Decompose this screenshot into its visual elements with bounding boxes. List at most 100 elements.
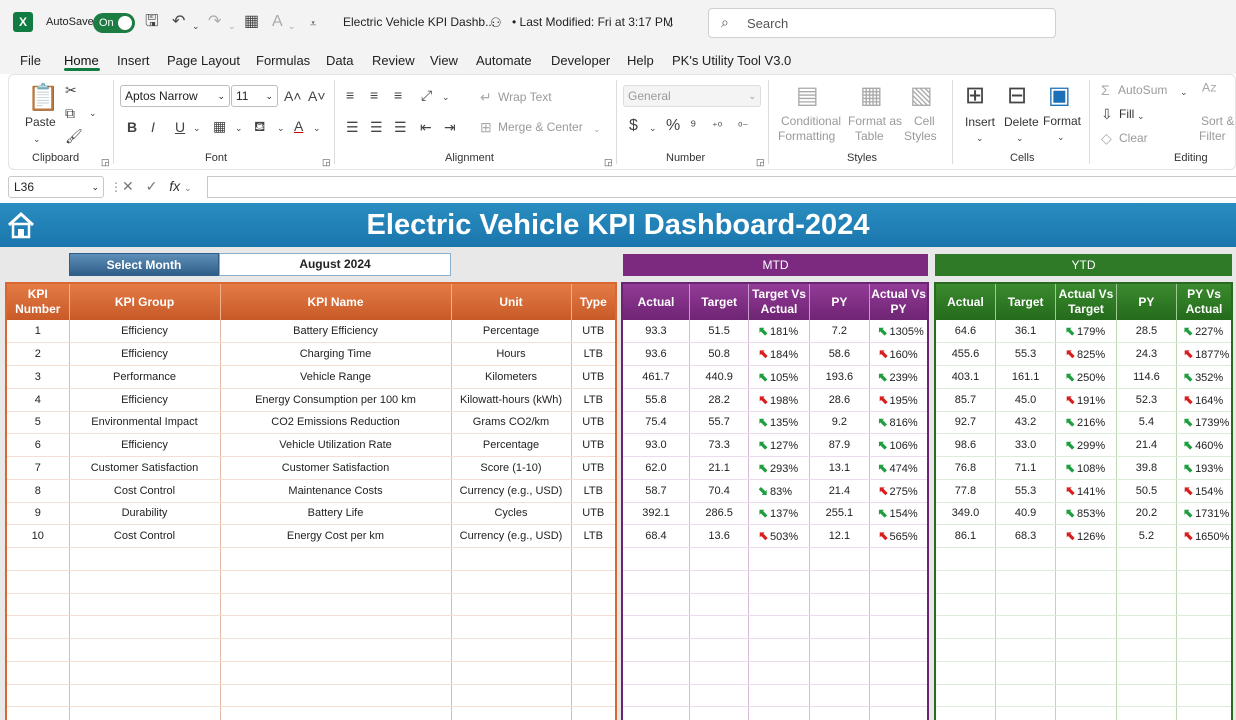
empty-cell[interactable] [1176,593,1233,617]
empty-cell[interactable] [622,638,690,662]
mtd-tva[interactable]: ⬈503% [748,524,810,548]
insert-dropdown-icon[interactable]: ⌄ [976,130,984,146]
ytd-target[interactable]: 45.0 [995,388,1057,412]
autosum-button[interactable]: AutoSum [1118,83,1167,97]
ytd-avt[interactable]: ⬈126% [1055,524,1117,548]
empty-cell[interactable] [622,661,690,685]
empty-cell[interactable] [869,570,929,594]
empty-cell[interactable] [451,547,572,571]
empty-cell[interactable] [451,638,572,662]
kpi-unit[interactable]: Kilowatt-hours (kWh) [451,388,572,412]
ytd-actual[interactable]: 92.7 [935,411,996,435]
empty-cell[interactable] [809,684,871,708]
kpi-name[interactable]: Customer Satisfaction [220,456,452,480]
empty-cell[interactable] [935,570,996,594]
mtd-avp[interactable]: ⬈160% [869,342,929,366]
kpi-unit[interactable]: Cycles [451,502,572,526]
kpi-unit[interactable]: Currency (e.g., USD) [451,479,572,503]
empty-cell[interactable] [571,615,617,639]
autosum-icon[interactable]: Σ [1101,82,1110,98]
ytd-py[interactable]: 114.6 [1116,365,1178,389]
enter-icon[interactable]: ✓ [146,178,158,194]
kpi-name[interactable]: Vehicle Utilization Rate [220,433,452,457]
align-top-icon[interactable]: ≡ [346,87,354,103]
mtd-avp[interactable]: ⬈275% [869,479,929,503]
ytd-actual[interactable]: 455.6 [935,342,996,366]
kpi-name[interactable]: Vehicle Range [220,365,452,389]
ytd-py[interactable]: 5.2 [1116,524,1178,548]
format-dropdown-icon[interactable]: ⌄ [1057,129,1065,145]
ytd-target[interactable]: 36.1 [995,320,1057,344]
ytd-py[interactable]: 5.4 [1116,411,1178,435]
merge-dropdown-icon[interactable]: ⌄ [593,121,601,137]
empty-cell[interactable] [935,684,996,708]
empty-cell[interactable] [220,570,452,594]
empty-cell[interactable] [451,570,572,594]
font-name-select[interactable]: Aptos Narrow ⌄ [120,85,230,107]
ytd-pva[interactable]: ⬉ 227% [1176,320,1233,344]
empty-cell[interactable] [1176,706,1233,720]
kpi-type[interactable]: UTB [571,320,617,344]
ytd-py[interactable]: 24.3 [1116,342,1178,366]
ytd-pva[interactable]: ⬈1877% [1176,342,1233,366]
empty-cell[interactable] [6,706,70,720]
kpi-type[interactable]: LTB [571,388,617,412]
empty-cell[interactable] [935,547,996,571]
mtd-tva[interactable]: ⬉ 293% [748,456,810,480]
empty-cell[interactable] [1055,570,1117,594]
decrease-decimal-icon[interactable]: ⁰⁻ [738,119,748,135]
clear-icon[interactable]: ◇ [1101,130,1112,146]
empty-cell[interactable] [748,661,810,685]
empty-cell[interactable] [69,547,221,571]
kpi-unit[interactable]: Score (1-10) [451,456,572,480]
empty-cell[interactable] [869,593,929,617]
empty-cell[interactable] [689,661,750,685]
alignment-launcher-icon[interactable]: ◲ [604,154,613,170]
menu-data[interactable]: Data [326,53,353,68]
empty-cell[interactable] [995,638,1057,662]
empty-cell[interactable] [809,661,871,685]
mtd-actual[interactable]: 55.8 [622,388,690,412]
ytd-pva[interactable]: ⬉ 1731% [1176,502,1233,526]
kpi-type[interactable]: UTB [571,502,617,526]
empty-cell[interactable] [571,638,617,662]
sort-filter-button[interactable]: Sort & [1201,114,1234,128]
empty-cell[interactable] [809,706,871,720]
empty-cell[interactable] [69,638,221,662]
kpi-type[interactable]: UTB [571,433,617,457]
menu-formulas[interactable]: Formulas [256,53,310,68]
empty-cell[interactable] [622,706,690,720]
align-left-icon[interactable]: ☰ [346,119,359,135]
kpi-group[interactable]: Performance [69,365,221,389]
fill-dropdown-icon[interactable]: ⌄ [277,120,285,136]
kpi-type[interactable]: LTB [571,524,617,548]
increase-decimal-icon[interactable]: ⁺⁰ [712,119,722,135]
empty-cell[interactable] [1055,615,1117,639]
insert-button[interactable]: Insert [965,115,995,129]
kpi-unit[interactable]: Hours [451,342,572,366]
empty-cell[interactable] [748,615,810,639]
ytd-avt[interactable]: ⬉ 108% [1055,456,1117,480]
empty-cell[interactable] [571,661,617,685]
ytd-target[interactable]: 43.2 [995,411,1057,435]
format-painter-icon[interactable]: 🖌 [65,128,83,144]
empty-cell[interactable] [1116,684,1178,708]
mtd-tva[interactable]: ⬉ 105% [748,365,810,389]
empty-cell[interactable] [220,615,452,639]
font-color-dropdown-icon[interactable]: ⌄ [288,16,296,36]
empty-cell[interactable] [1116,570,1178,594]
select-month-dropdown[interactable]: August 2024 [219,253,451,276]
mtd-py[interactable]: 12.1 [809,524,871,548]
empty-cell[interactable] [571,684,617,708]
orientation-icon[interactable]: ⤢ [421,87,432,103]
mtd-avp[interactable]: ⬈565% [869,524,929,548]
empty-cell[interactable] [451,615,572,639]
cut-icon[interactable]: ✂ [65,82,77,98]
paste-button[interactable]: Paste [25,115,56,129]
mtd-target[interactable]: 21.1 [689,456,750,480]
comma-style-icon[interactable]: ⁹ [690,118,696,134]
delete-button[interactable]: Delete [1004,115,1039,129]
increase-font-icon[interactable]: A˄ [284,88,302,104]
conditional-formatting-icon[interactable]: ▤ [796,83,819,109]
mtd-tva[interactable]: ⬉ 137% [748,502,810,526]
